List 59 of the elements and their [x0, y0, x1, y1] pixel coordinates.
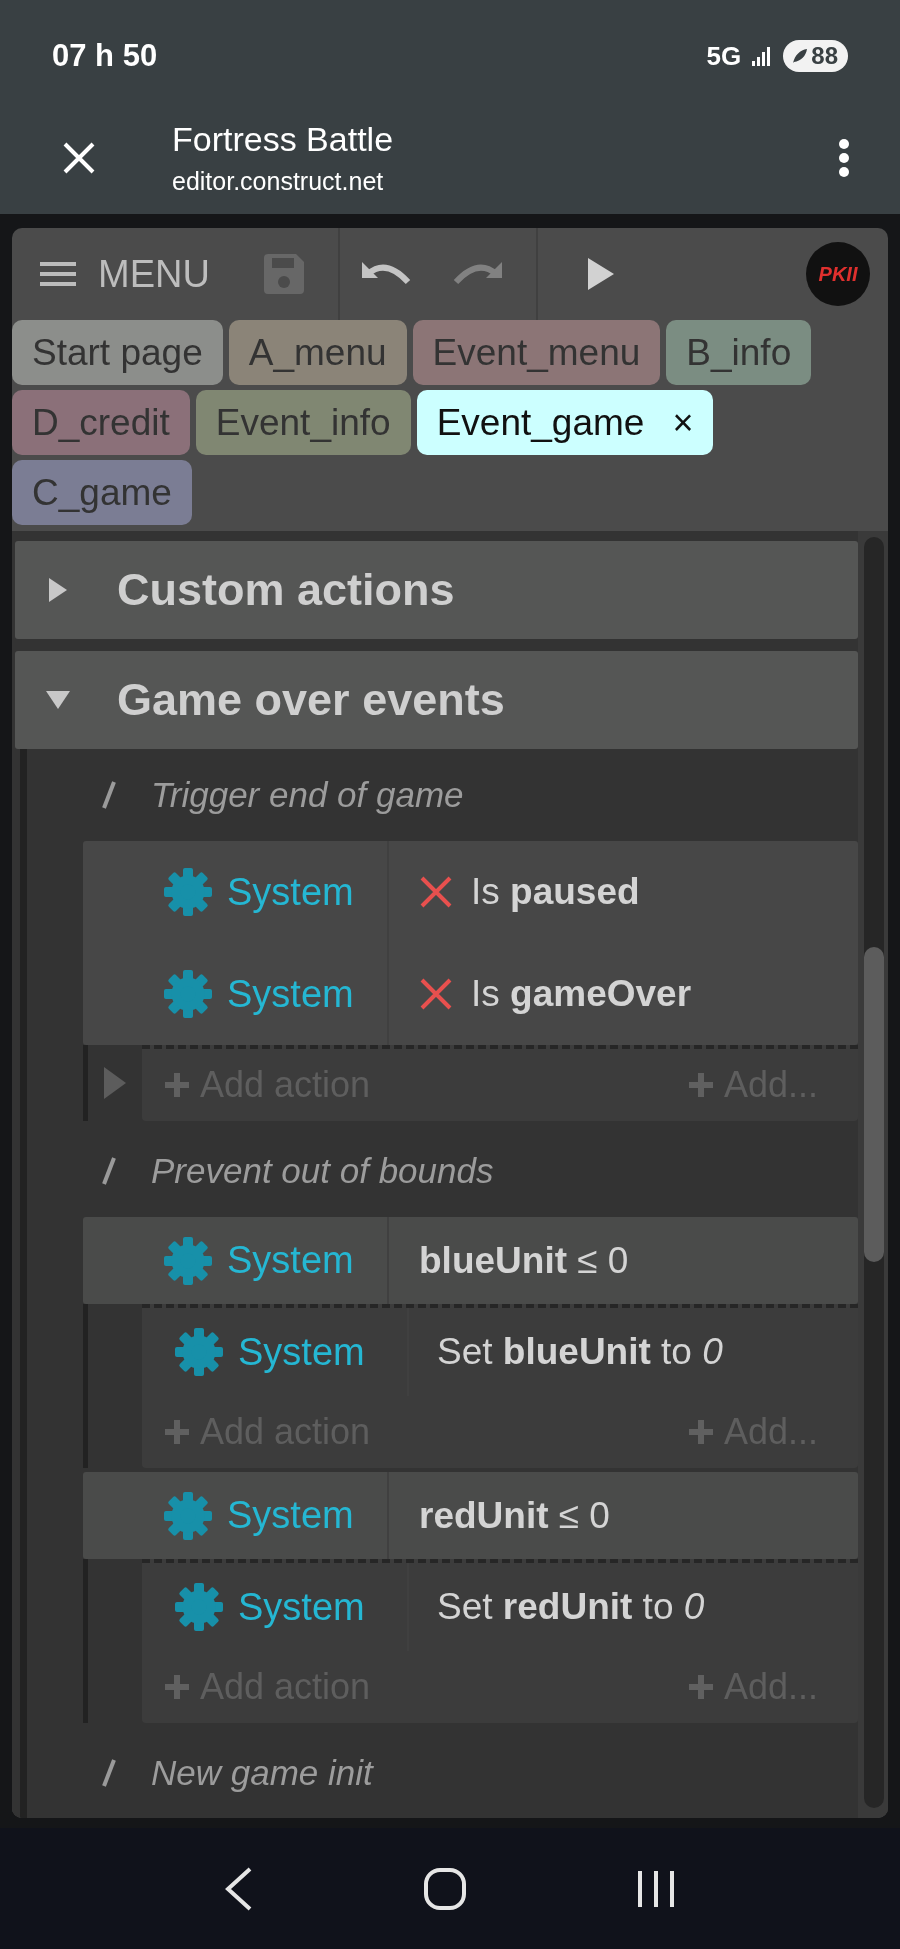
user-avatar[interactable]: PKII: [806, 242, 870, 306]
object-name[interactable]: System: [238, 1585, 365, 1629]
menu-button[interactable]: MENU: [34, 252, 216, 296]
object-name[interactable]: System: [227, 870, 354, 914]
tab[interactable]: D_credit: [12, 390, 190, 455]
gear-icon: [174, 1327, 224, 1377]
clock-time: 07 h 50: [52, 38, 158, 74]
plus-icon: [687, 1419, 714, 1445]
comment-text: Prevent out of bounds: [151, 1151, 494, 1191]
object-name[interactable]: System: [238, 1330, 365, 1374]
plus-icon: [164, 1072, 190, 1098]
condition-text[interactable]: Is paused: [471, 871, 640, 913]
gear-icon: [174, 1582, 224, 1632]
scrollbar[interactable]: [864, 537, 884, 1808]
plus-icon: [164, 1419, 190, 1445]
comment-icon: [101, 1157, 117, 1185]
tab[interactable]: Event_menu: [412, 320, 661, 385]
tab[interactable]: Start page: [12, 320, 223, 385]
condition-text[interactable]: Is gameOver: [471, 973, 692, 1015]
home-icon[interactable]: [423, 1866, 467, 1911]
recent-apps-icon[interactable]: [635, 1868, 676, 1909]
comment-icon: [101, 781, 117, 809]
condition-block[interactable]: System Is paused System Is gameOver: [83, 841, 858, 1045]
tab[interactable]: A_menu: [228, 320, 407, 385]
plus-icon: [687, 1674, 714, 1700]
page-title: Fortress Battle: [172, 120, 395, 159]
group-header[interactable]: Custom actions: [15, 541, 858, 639]
condition-text[interactable]: redUnit ≤ 0: [419, 1494, 610, 1537]
tab[interactable]: Event_info: [195, 390, 411, 455]
gear-icon: [163, 867, 213, 917]
play-icon[interactable]: [585, 256, 616, 292]
comment-icon: [101, 1759, 117, 1787]
condition-block[interactable]: System blueUnit ≤ 0: [83, 1217, 858, 1304]
battery-indicator: 88: [783, 40, 848, 72]
group-header[interactable]: Game over events: [15, 651, 858, 749]
scrollbar-thumb[interactable]: [864, 947, 884, 1262]
page-url: editor.construct.net: [172, 167, 385, 196]
action-text[interactable]: Set blueUnit to 0: [437, 1331, 723, 1373]
gear-icon: [163, 1235, 213, 1286]
gear-icon: [163, 1490, 213, 1541]
plus-icon: [687, 1072, 714, 1098]
tab[interactable]: C_game: [12, 460, 192, 525]
tab[interactable]: B_info: [666, 320, 812, 385]
object-name[interactable]: System: [227, 1239, 354, 1282]
condition-text[interactable]: blueUnit ≤ 0: [419, 1239, 629, 1282]
object-name[interactable]: System: [227, 1494, 354, 1537]
plus-icon: [164, 1674, 190, 1700]
condition-block[interactable]: System redUnit ≤ 0: [83, 1472, 858, 1559]
gear-icon: [163, 969, 213, 1019]
comment-text: Trigger end of game: [151, 775, 464, 815]
tab[interactable]: Event_game ×: [416, 390, 714, 455]
menu-icon: [40, 261, 76, 287]
action-text[interactable]: Set redUnit to 0: [437, 1586, 705, 1628]
comment-text: New game init: [151, 1753, 373, 1793]
triangle-icon: [103, 1066, 127, 1100]
more-options-icon[interactable]: [838, 138, 850, 178]
network-type: 5G: [706, 40, 742, 72]
object-name[interactable]: System: [227, 972, 354, 1016]
close-icon[interactable]: [62, 141, 96, 175]
